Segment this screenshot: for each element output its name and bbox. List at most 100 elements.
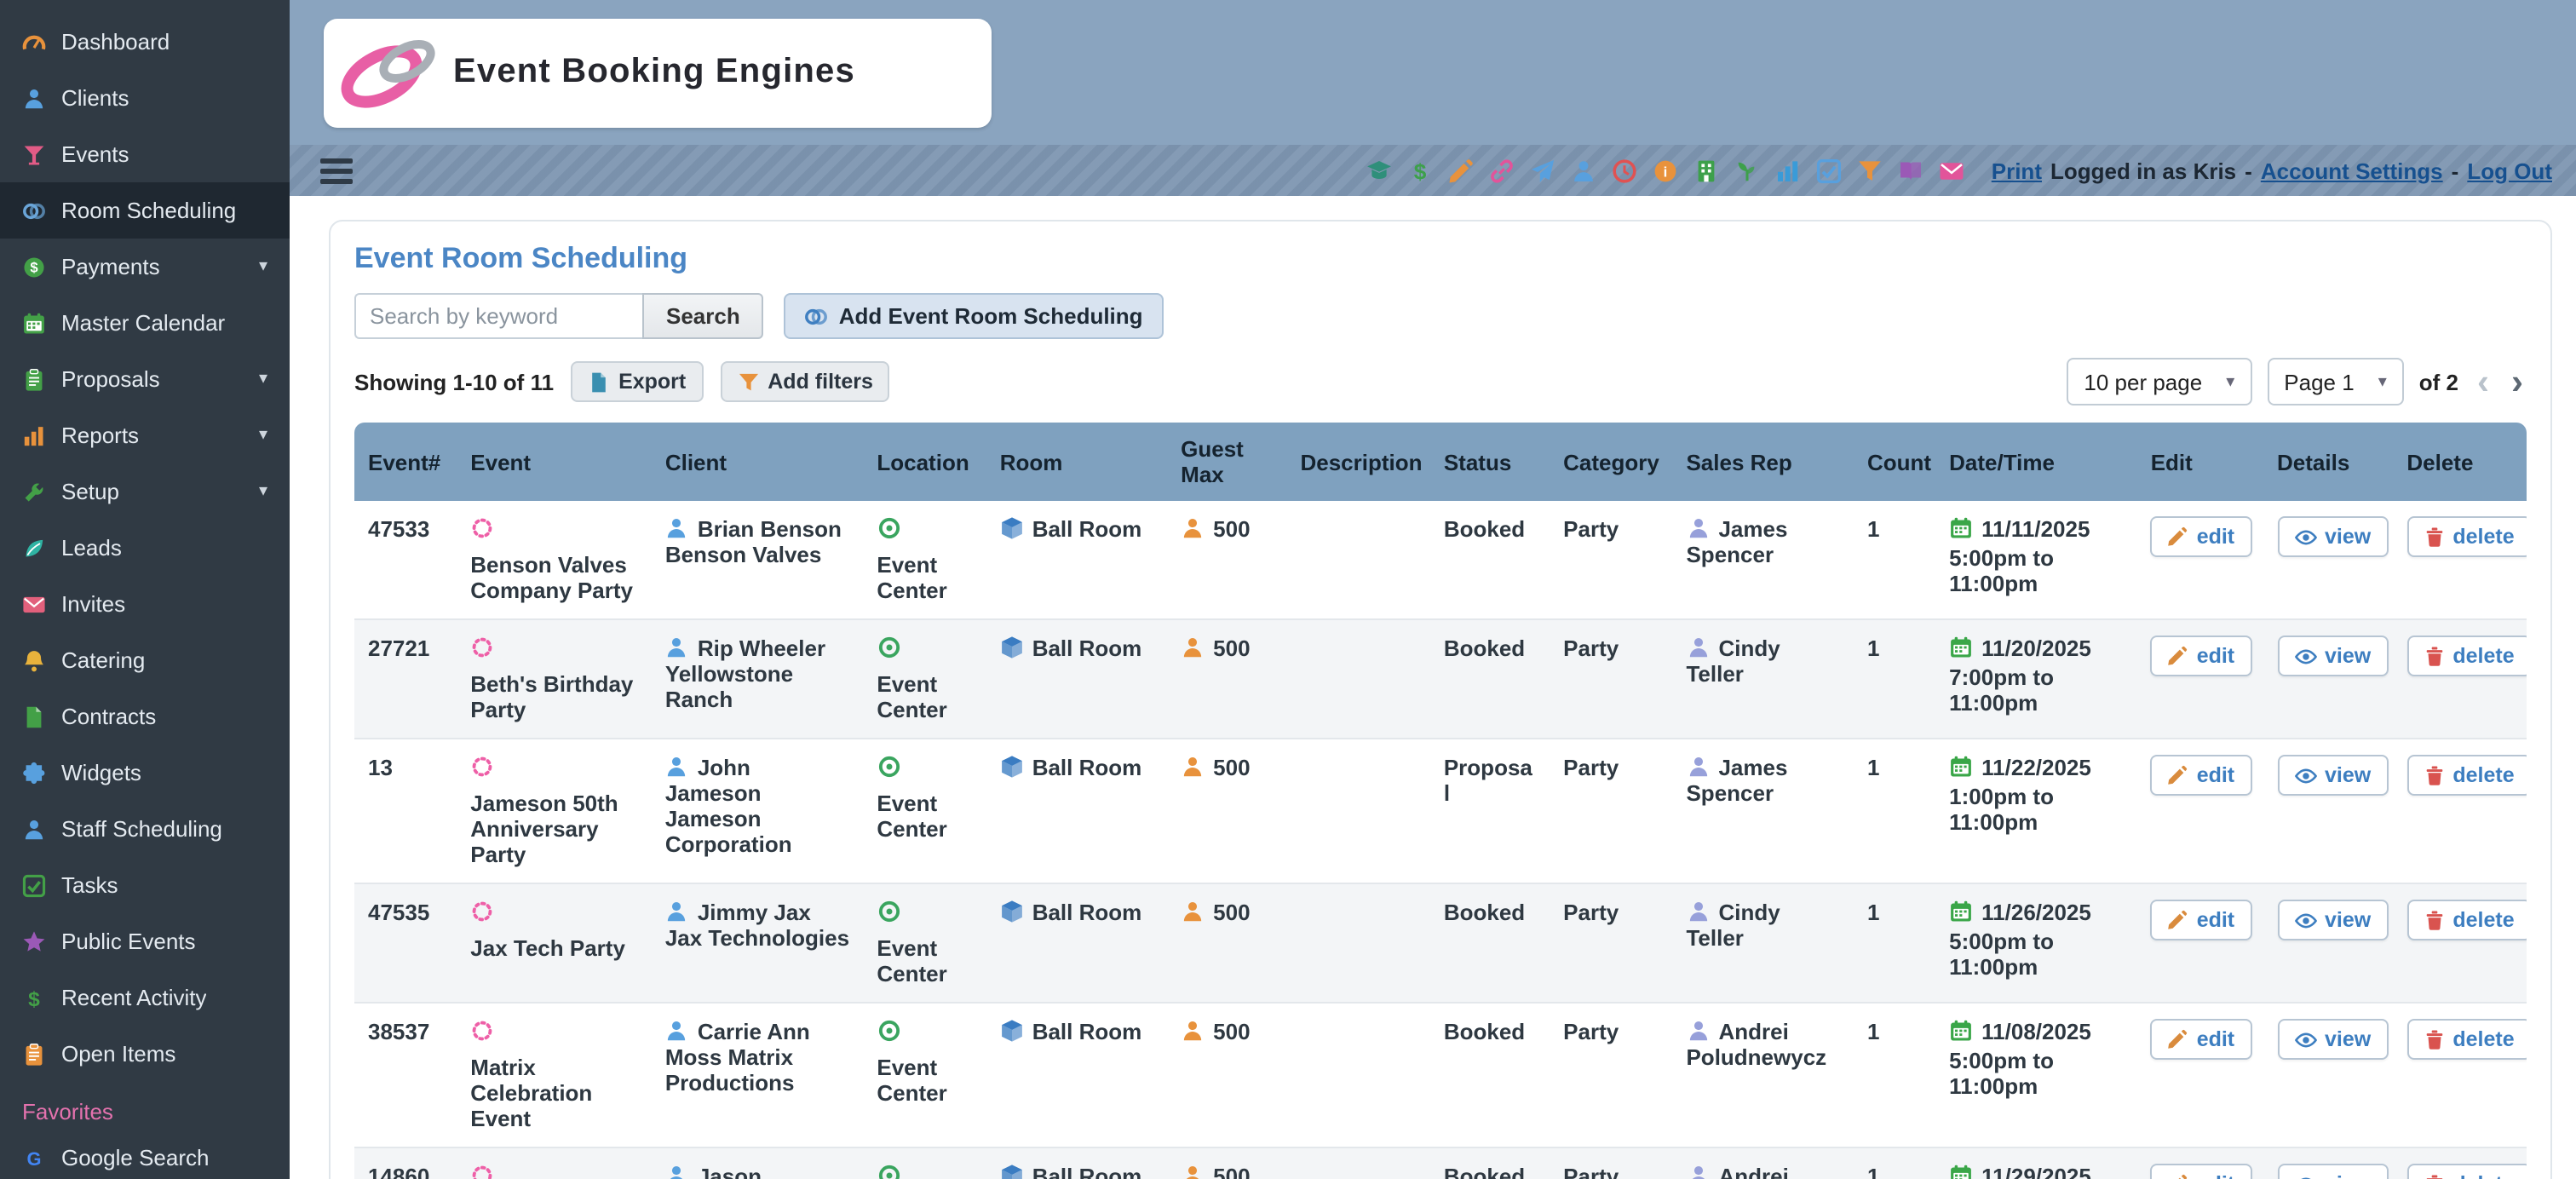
book-icon[interactable] <box>1898 158 1923 183</box>
edit-button[interactable]: edit <box>2151 516 2251 557</box>
print-link[interactable]: Print <box>1992 158 2042 183</box>
plane-icon[interactable] <box>1530 158 1555 183</box>
column-header-description[interactable]: Description <box>1286 423 1429 501</box>
prev-page-icon[interactable]: ‹ <box>2474 364 2493 400</box>
sidebar-item-proposals[interactable]: Proposals▾ <box>0 351 290 407</box>
cell-guest-max: 500 <box>1167 1148 1286 1179</box>
delete-button[interactable]: delete <box>2406 755 2527 796</box>
sidebar-item-invites[interactable]: Invites <box>0 576 290 632</box>
view-button[interactable]: view <box>2277 636 2388 676</box>
page-select[interactable]: Page 1 ▾ <box>2267 358 2403 405</box>
sidebar-item-contracts[interactable]: Contracts <box>0 688 290 745</box>
mail-icon[interactable] <box>1939 158 1964 183</box>
column-header-delete[interactable]: Delete <box>2393 423 2527 501</box>
sidebar-item-staff-scheduling[interactable]: Staff Scheduling <box>0 801 290 857</box>
plant-icon[interactable] <box>1734 158 1760 183</box>
location-target-icon <box>877 900 972 929</box>
room-box-icon <box>1000 900 1024 923</box>
column-header-guest-max[interactable]: Guest Max <box>1167 423 1286 501</box>
column-header-event[interactable]: Event <box>457 423 652 501</box>
graduation-cap-icon[interactable] <box>1366 158 1392 183</box>
per-page-select[interactable]: 10 per page ▾ <box>2067 358 2251 405</box>
sidebar-item-tasks[interactable]: Tasks <box>0 857 290 913</box>
delete-button[interactable]: delete <box>2406 1164 2527 1179</box>
search-input[interactable] <box>354 293 642 339</box>
page-count-label: of 2 <box>2419 369 2458 394</box>
column-header-date-time[interactable]: Date/Time <box>1935 423 2137 501</box>
sidebar-item-payments[interactable]: $Payments▾ <box>0 239 290 295</box>
sidebar-item-catering[interactable]: Catering <box>0 632 290 688</box>
funnel-icon[interactable] <box>1857 158 1883 183</box>
view-button[interactable]: view <box>2277 900 2388 940</box>
add-event-room-scheduling-button[interactable]: Add Event Room Scheduling <box>785 293 1164 339</box>
svg-text:i: i <box>1663 163 1667 179</box>
location-target-icon <box>877 1019 972 1048</box>
edit-button[interactable]: edit <box>2151 636 2251 676</box>
column-header-status[interactable]: Status <box>1430 423 1550 501</box>
sidebar-item-widgets[interactable]: Widgets <box>0 745 290 801</box>
column-header-event[interactable]: Event# <box>354 423 457 501</box>
column-header-category[interactable]: Category <box>1550 423 1672 501</box>
view-button[interactable]: view <box>2277 755 2388 796</box>
person-icon[interactable] <box>1571 158 1596 183</box>
sidebar-item-room-scheduling[interactable]: Room Scheduling <box>0 182 290 239</box>
location-target-icon <box>877 755 972 784</box>
sidebar-item-open-items[interactable]: Open Items <box>0 1026 290 1082</box>
chevron-down-icon: ▾ <box>259 482 267 501</box>
sidebar-item-google-search[interactable]: GGoogle Search <box>0 1130 290 1179</box>
wrench-icon <box>22 480 46 503</box>
sales-rep-person-icon <box>1686 1019 1710 1043</box>
column-header-count[interactable]: Count <box>1854 423 1935 501</box>
delete-button[interactable]: delete <box>2406 636 2527 676</box>
location-target-icon <box>877 1164 972 1179</box>
logout-link[interactable]: Log Out <box>2467 158 2552 183</box>
column-header-details[interactable]: Details <box>2263 423 2393 501</box>
dollar-icon[interactable]: $ <box>1407 158 1433 183</box>
edit-button[interactable]: edit <box>2151 900 2251 940</box>
delete-button[interactable]: delete <box>2406 516 2527 557</box>
column-header-edit[interactable]: Edit <box>2137 423 2263 501</box>
event-dotted-ring-icon <box>470 516 638 545</box>
edit-button[interactable]: edit <box>2151 1164 2251 1179</box>
info-icon[interactable]: i <box>1653 158 1678 183</box>
edit-button[interactable]: edit <box>2151 1019 2251 1060</box>
event-dotted-ring-icon <box>470 1164 638 1179</box>
search-row: Search Add Event Room Scheduling <box>354 293 2527 339</box>
pencil-icon[interactable] <box>1448 158 1474 183</box>
view-button[interactable]: view <box>2277 516 2388 557</box>
sidebar-item-setup[interactable]: Setup▾ <box>0 463 290 520</box>
column-header-client[interactable]: Client <box>652 423 864 501</box>
link-icon[interactable] <box>1489 158 1515 183</box>
next-page-icon[interactable]: › <box>2508 364 2527 400</box>
chart-icon <box>22 423 46 447</box>
svg-text:$: $ <box>1413 158 1426 183</box>
view-button[interactable]: view <box>2277 1164 2388 1179</box>
sidebar-item-recent-activity[interactable]: $Recent Activity <box>0 969 290 1026</box>
edit-button[interactable]: edit <box>2151 755 2251 796</box>
building-icon[interactable] <box>1693 158 1719 183</box>
sidebar-item-clients[interactable]: Clients <box>0 70 290 126</box>
sidebar-item-reports[interactable]: Reports▾ <box>0 407 290 463</box>
delete-button[interactable]: delete <box>2406 1019 2527 1060</box>
sidebar-item-public-events[interactable]: Public Events <box>0 913 290 969</box>
view-button[interactable]: view <box>2277 1019 2388 1060</box>
chart-icon[interactable] <box>1775 158 1801 183</box>
sidebar-item-master-calendar[interactable]: Master Calendar <box>0 295 290 351</box>
column-header-room[interactable]: Room <box>986 423 1167 501</box>
cell-sales-rep: James Spencer <box>1672 501 1853 620</box>
check-icon[interactable] <box>1816 158 1842 183</box>
column-header-location[interactable]: Location <box>863 423 986 501</box>
room-box-icon <box>1000 516 1024 540</box>
add-filters-button[interactable]: Add filters <box>720 361 890 402</box>
sidebar-item-leads[interactable]: Leads <box>0 520 290 576</box>
delete-button[interactable]: delete <box>2406 900 2527 940</box>
export-button[interactable]: Export <box>571 361 703 402</box>
hamburger-menu-icon[interactable] <box>320 158 353 183</box>
sidebar-item-dashboard[interactable]: Dashboard <box>0 14 290 70</box>
sidebar-item-events[interactable]: Events <box>0 126 290 182</box>
account-settings-link[interactable]: Account Settings <box>2261 158 2443 183</box>
clock-icon[interactable] <box>1612 158 1637 183</box>
cell-delete: delete <box>2393 501 2527 620</box>
search-button[interactable]: Search <box>642 293 764 339</box>
column-header-sales-rep[interactable]: Sales Rep <box>1672 423 1853 501</box>
